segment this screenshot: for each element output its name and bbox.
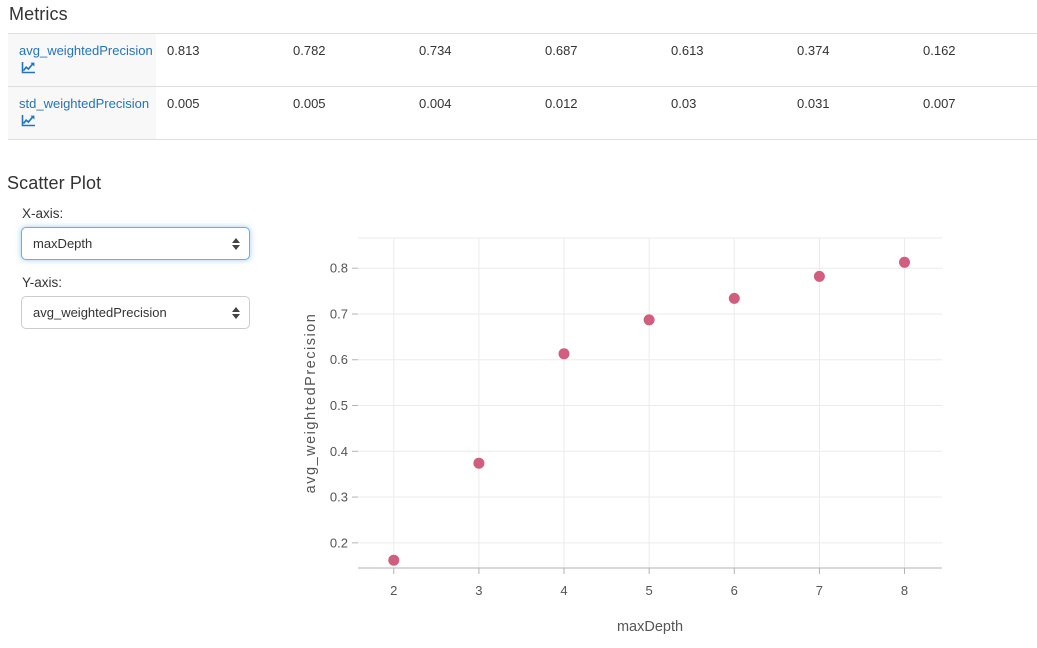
line-chart-icon[interactable] <box>21 61 36 77</box>
scatter-point[interactable] <box>388 555 399 566</box>
metric-value-cell: 0.162 <box>912 34 1037 87</box>
y-axis-field-label: Y-axis: <box>22 275 62 290</box>
y-tick-label: 0.6 <box>330 352 348 367</box>
select-stepper-icon <box>232 238 240 250</box>
table-row: avg_weightedPrecision 0.813 0.782 0.734 … <box>8 34 1037 87</box>
metrics-table: avg_weightedPrecision 0.813 0.782 0.734 … <box>8 33 1037 140</box>
x-tick-label: 7 <box>816 583 823 598</box>
metric-value-cell: 0.734 <box>408 34 534 87</box>
y-tick-label: 0.5 <box>330 398 348 413</box>
x-tick-label: 3 <box>475 583 482 598</box>
metric-name-cell: avg_weightedPrecision <box>8 34 156 87</box>
metric-value-cell: 0.613 <box>660 34 786 87</box>
scatter-chart: 0.2 0.3 0.4 0.5 0.6 0.7 0.8 2 3 4 5 6 7 8 maxDepth avg_… <box>285 225 1037 643</box>
metric-value-cell: 0.813 <box>156 34 282 87</box>
y-axis-select[interactable]: avg_weightedPrecision <box>21 296 250 329</box>
metric-link-std-weightedprecision[interactable]: std_weightedPrecision <box>19 96 148 111</box>
x-tick-label: 6 <box>731 583 738 598</box>
metric-value-cell: 0.005 <box>282 87 408 140</box>
select-stepper-icon <box>232 307 240 319</box>
metrics-section-title: Metrics <box>9 4 68 25</box>
scatter-plot-section-title: Scatter Plot <box>7 173 101 194</box>
x-tick-label: 8 <box>901 583 908 598</box>
metric-value-cell: 0.012 <box>534 87 660 140</box>
scatter-point[interactable] <box>644 314 655 325</box>
scatter-point[interactable] <box>729 293 740 304</box>
scatter-point[interactable] <box>814 271 825 282</box>
y-axis-selected-value: avg_weightedPrecision <box>33 305 221 320</box>
scatter-point[interactable] <box>559 348 570 359</box>
metric-value-cell: 0.007 <box>912 87 1037 140</box>
metric-value-cell: 0.374 <box>786 34 912 87</box>
metric-link-avg-weightedprecision[interactable]: avg_weightedPrecision <box>19 43 148 58</box>
y-tick-label: 0.2 <box>330 535 348 550</box>
metric-value-cell: 0.004 <box>408 87 534 140</box>
scatter-point[interactable] <box>473 458 484 469</box>
x-axis-title: maxDepth <box>617 619 683 635</box>
table-row: std_weightedPrecision 0.005 0.005 0.004 … <box>8 87 1037 140</box>
metric-name-cell: std_weightedPrecision <box>8 87 156 140</box>
scatter-chart-svg: 0.2 0.3 0.4 0.5 0.6 0.7 0.8 2 3 4 5 6 7 8 maxDepth avg_… <box>285 225 1037 643</box>
metric-value-cell: 0.005 <box>156 87 282 140</box>
y-axis-title: avg_weightedPrecision <box>303 313 319 494</box>
x-axis-field-label: X-axis: <box>22 206 63 221</box>
metric-value-cell: 0.782 <box>282 34 408 87</box>
metric-value-cell: 0.031 <box>786 87 912 140</box>
y-tick-label: 0.4 <box>330 444 348 459</box>
y-tick-label: 0.3 <box>330 490 348 505</box>
metric-value-cell: 0.03 <box>660 87 786 140</box>
metric-value-cell: 0.687 <box>534 34 660 87</box>
y-tick-label: 0.8 <box>330 261 348 276</box>
line-chart-icon[interactable] <box>21 114 36 130</box>
x-axis-selected-value: maxDepth <box>33 236 221 251</box>
x-axis-select[interactable]: maxDepth <box>21 227 250 260</box>
x-tick-label: 4 <box>560 583 567 598</box>
x-tick-label: 2 <box>390 583 397 598</box>
x-tick-label: 5 <box>646 583 653 598</box>
scatter-point[interactable] <box>899 257 910 268</box>
y-tick-label: 0.7 <box>330 306 348 321</box>
